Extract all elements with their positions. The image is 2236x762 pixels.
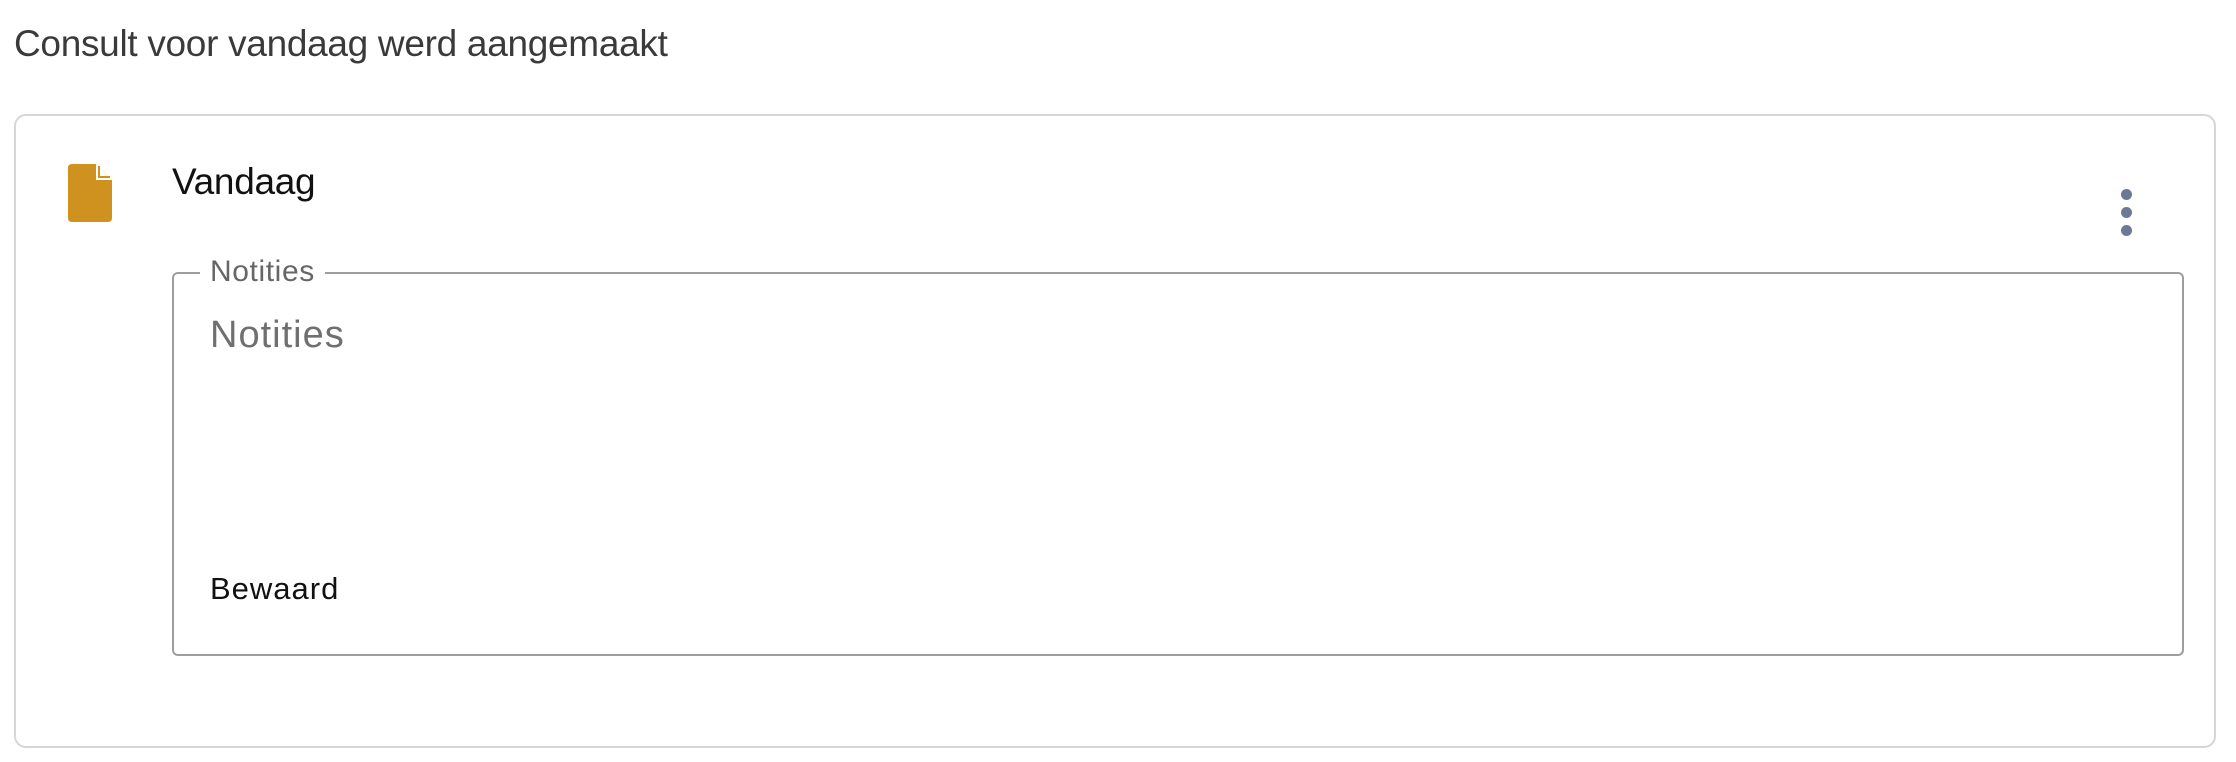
save-status: Bewaard bbox=[210, 571, 340, 606]
file-icon bbox=[68, 164, 112, 222]
notes-field: Notities Bewaard bbox=[172, 254, 2184, 656]
page: Consult voor vandaag werd aangemaakt Van… bbox=[0, 0, 2236, 762]
consult-card: Vandaag Notities Bewaard bbox=[14, 114, 2216, 748]
more-options-button[interactable] bbox=[2106, 180, 2146, 244]
notes-label: Notities bbox=[200, 254, 325, 290]
more-vertical-icon bbox=[2120, 188, 2132, 200]
consult-title: Vandaag bbox=[172, 161, 316, 202]
page-title: Consult voor vandaag werd aangemaakt bbox=[14, 23, 668, 64]
notes-textarea[interactable] bbox=[210, 314, 2140, 494]
